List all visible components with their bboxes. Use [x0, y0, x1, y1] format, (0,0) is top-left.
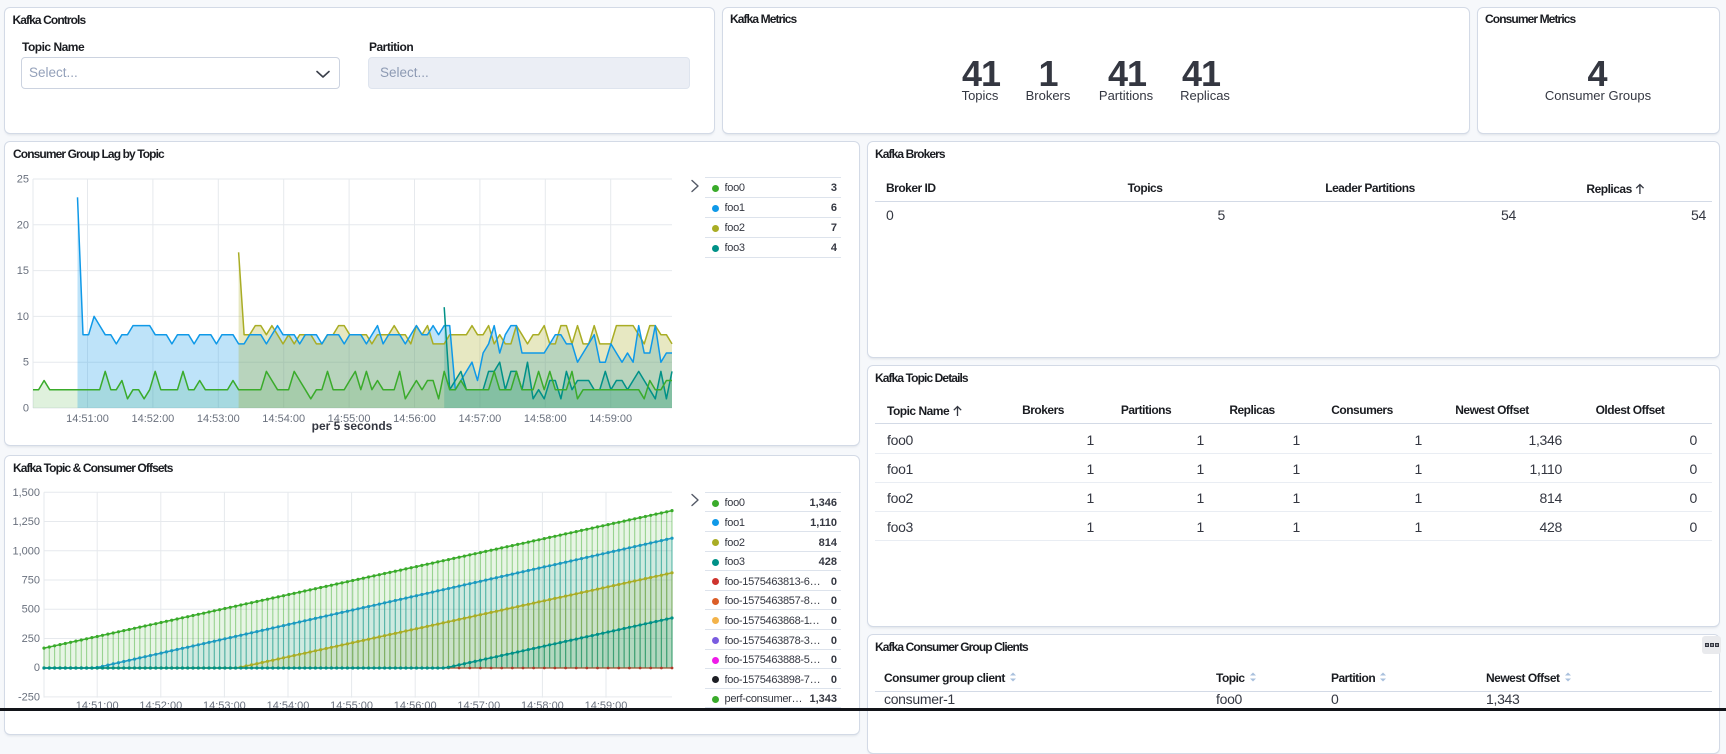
svg-text:750: 750: [22, 575, 40, 587]
svg-text:1,500: 1,500: [12, 487, 40, 499]
svg-text:1,000: 1,000: [12, 545, 40, 557]
svg-text:0: 0: [34, 662, 40, 674]
svg-text:-250: -250: [18, 691, 40, 703]
svg-text:1,250: 1,250: [12, 516, 40, 528]
svg-text:250: 250: [22, 633, 40, 645]
svg-text:500: 500: [22, 604, 40, 616]
